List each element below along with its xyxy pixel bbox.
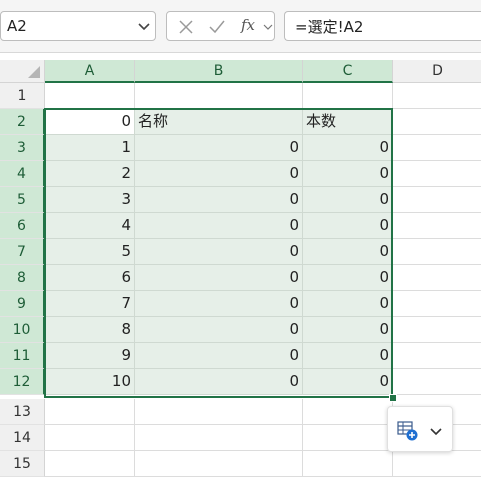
insert-function-button[interactable]: fx [241, 16, 255, 34]
row-header-4[interactable]: 4 [0, 161, 45, 187]
cell-c7[interactable]: 0 [303, 239, 393, 265]
cell-c2[interactable]: 本数 [303, 109, 393, 135]
cell-c14[interactable] [303, 425, 393, 451]
cell-a4[interactable]: 2 [45, 161, 135, 187]
name-box-value: A2 [7, 17, 27, 35]
row-header-2[interactable]: 2 [0, 109, 45, 135]
cell-a7[interactable]: 5 [45, 239, 135, 265]
check-icon[interactable] [208, 18, 226, 36]
cell-d7[interactable] [393, 239, 481, 265]
cell-d2[interactable] [393, 109, 481, 135]
row-header-7[interactable]: 7 [0, 239, 45, 265]
row-header-5[interactable]: 5 [0, 187, 45, 213]
cell-a14[interactable] [45, 425, 135, 451]
row-header-3[interactable]: 3 [0, 135, 45, 161]
row-header-11[interactable]: 11 [0, 343, 45, 369]
quick-analysis-button[interactable] [387, 406, 453, 452]
row-header-1[interactable]: 1 [0, 83, 45, 109]
cell-c8[interactable]: 0 [303, 265, 393, 291]
row-header-14[interactable]: 14 [0, 425, 45, 451]
cell-a9[interactable]: 7 [45, 291, 135, 317]
row-header-15[interactable]: 15 [0, 451, 45, 477]
cell-c15[interactable] [303, 451, 393, 477]
column-header-d[interactable]: D [393, 60, 481, 83]
cell-c3[interactable]: 0 [303, 135, 393, 161]
cell-a5[interactable]: 3 [45, 187, 135, 213]
cell-a3[interactable]: 1 [45, 135, 135, 161]
row-header-9[interactable]: 9 [0, 291, 45, 317]
row-header-6[interactable]: 6 [0, 213, 45, 239]
cell-b14[interactable] [135, 425, 303, 451]
cell-a1[interactable] [45, 83, 135, 109]
cell-d4[interactable] [393, 161, 481, 187]
column-header-a[interactable]: A [45, 60, 135, 83]
row-header-8[interactable]: 8 [0, 265, 45, 291]
name-box[interactable]: A2 [0, 11, 156, 41]
cell-c5[interactable]: 0 [303, 187, 393, 213]
cell-b6[interactable]: 0 [135, 213, 303, 239]
cell-c11[interactable]: 0 [303, 343, 393, 369]
column-header-c[interactable]: C [303, 60, 393, 83]
cell-c4[interactable]: 0 [303, 161, 393, 187]
cell-a6[interactable]: 4 [45, 213, 135, 239]
cell-a13[interactable] [45, 399, 135, 425]
quick-analysis-icon [397, 421, 418, 441]
cell-a12[interactable]: 10 [45, 369, 135, 395]
formula-text: =選定!A2 [295, 17, 364, 36]
chevron-down-icon[interactable] [429, 424, 443, 438]
formula-buttons: fx [166, 11, 275, 41]
chevron-down-icon[interactable] [137, 19, 151, 33]
cell-a10[interactable]: 8 [45, 317, 135, 343]
cell-d15[interactable] [393, 451, 481, 477]
cell-a8[interactable]: 6 [45, 265, 135, 291]
cell-c1[interactable] [303, 83, 393, 109]
cell-b7[interactable]: 0 [135, 239, 303, 265]
cell-c10[interactable]: 0 [303, 317, 393, 343]
cell-c13[interactable] [303, 399, 393, 425]
cell-b1[interactable] [135, 83, 303, 109]
fill-handle[interactable] [389, 394, 397, 402]
cell-d3[interactable] [393, 135, 481, 161]
cell-a15[interactable] [45, 451, 135, 477]
cell-c9[interactable]: 0 [303, 291, 393, 317]
cell-d10[interactable] [393, 317, 481, 343]
cell-b12[interactable]: 0 [135, 369, 303, 395]
cell-b5[interactable]: 0 [135, 187, 303, 213]
select-all-button[interactable] [0, 60, 45, 83]
cell-b4[interactable]: 0 [135, 161, 303, 187]
cell-c6[interactable]: 0 [303, 213, 393, 239]
cell-d9[interactable] [393, 291, 481, 317]
cell-b8[interactable]: 0 [135, 265, 303, 291]
row-header-13[interactable]: 13 [0, 399, 45, 425]
cell-d8[interactable] [393, 265, 481, 291]
select-all-triangle [28, 66, 40, 78]
cell-c12[interactable]: 0 [303, 369, 393, 395]
column-header-b[interactable]: B [135, 60, 303, 83]
cell-b15[interactable] [135, 451, 303, 477]
cell-b11[interactable]: 0 [135, 343, 303, 369]
chevron-down-icon[interactable] [263, 22, 273, 32]
formula-input[interactable]: =選定!A2 [284, 11, 481, 41]
cell-d6[interactable] [393, 213, 481, 239]
formula-bar-area: A2 fx =選定!A2 [0, 0, 481, 53]
cell-b13[interactable] [135, 399, 303, 425]
cell-d5[interactable] [393, 187, 481, 213]
cancel-icon[interactable] [177, 18, 195, 36]
row-header-12[interactable]: 12 [0, 369, 45, 395]
cell-a11[interactable]: 9 [45, 343, 135, 369]
cell-a2[interactable]: 0 [45, 109, 135, 135]
cell-d11[interactable] [393, 343, 481, 369]
cell-d12[interactable] [393, 369, 481, 395]
cell-b3[interactable]: 0 [135, 135, 303, 161]
cell-d1[interactable] [393, 83, 481, 109]
cell-b10[interactable]: 0 [135, 317, 303, 343]
cell-b2[interactable]: 名称 [135, 109, 303, 135]
row-header-10[interactable]: 10 [0, 317, 45, 343]
cell-b9[interactable]: 0 [135, 291, 303, 317]
